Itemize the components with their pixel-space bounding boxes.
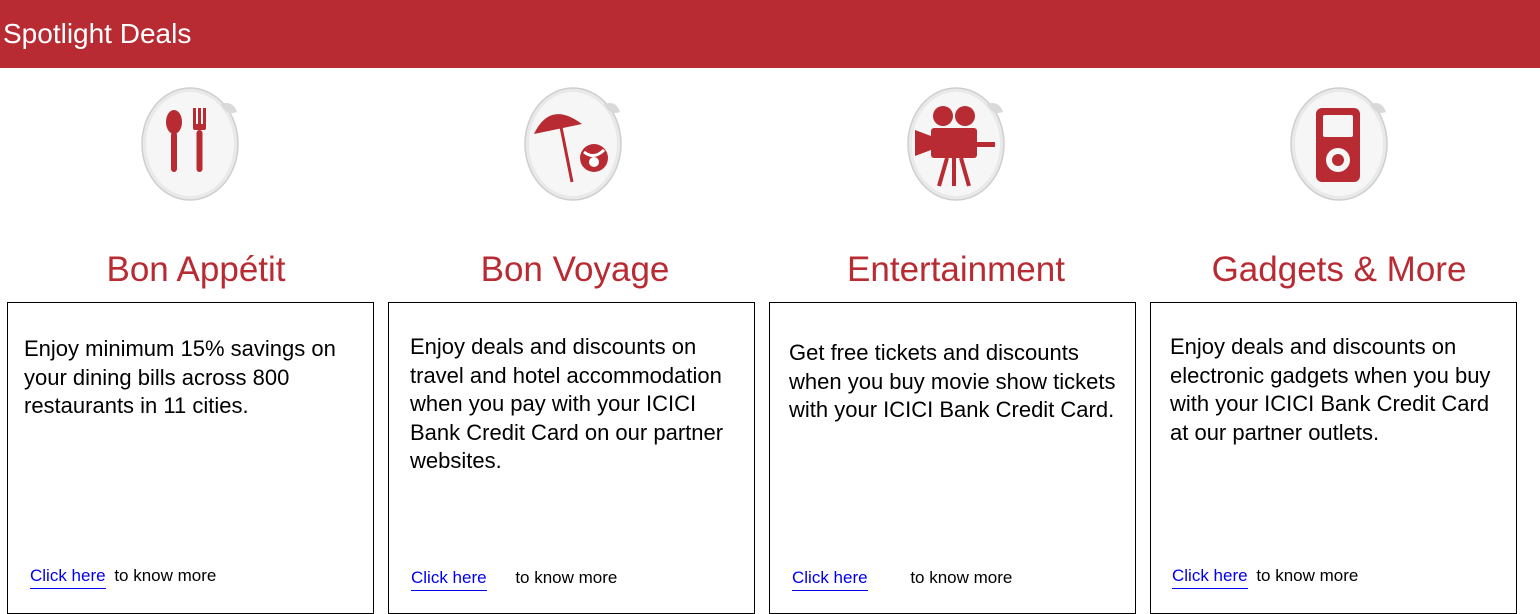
deal-card-gadgets: Enjoy deals and discounts on electronic … [1150,302,1517,614]
deal-footer: Click here to know more [1172,565,1359,589]
deal-footer: Click here to know more [792,567,1013,591]
deal-title-dining: Bon Appétit [106,250,286,289]
deal-description: Enjoy deals and discounts on travel and … [410,334,724,473]
deal-card-entertainment: Get free tickets and discounts when you … [769,302,1136,614]
know-more-text: to know more [515,568,618,587]
deal-title-entertainment: Entertainment [847,250,1065,289]
deal-title-gadgets: Gadgets & More [1211,250,1467,289]
click-here-link[interactable]: Click here [792,568,868,591]
movie-camera-icon [903,86,1009,218]
page-title: Spotlight Deals [3,18,192,49]
dining-icon [137,86,243,218]
spotlight-header: Spotlight Deals [0,0,1540,68]
deal-card-travel: Enjoy deals and discounts on travel and … [388,302,755,614]
deal-description: Get free tickets and discounts when you … [789,340,1116,422]
click-here-link[interactable]: Click here [1172,566,1248,589]
click-here-link[interactable]: Click here [30,566,106,589]
deal-title-travel: Bon Voyage [480,250,670,289]
click-here-link[interactable]: Click here [411,568,487,591]
know-more-text: to know more [1256,566,1359,585]
deal-description: Enjoy minimum 15% savings on your dining… [24,336,336,418]
music-player-icon [1286,86,1392,218]
travel-icon [520,86,626,218]
know-more-text: to know more [910,568,1013,587]
deal-card-dining: Enjoy minimum 15% savings on your dining… [7,302,374,614]
deal-footer: Click here to know more [411,567,618,591]
deal-footer: Click here to know more [30,565,217,589]
deal-description: Enjoy deals and discounts on electronic … [1170,334,1491,445]
know-more-text: to know more [114,566,217,585]
